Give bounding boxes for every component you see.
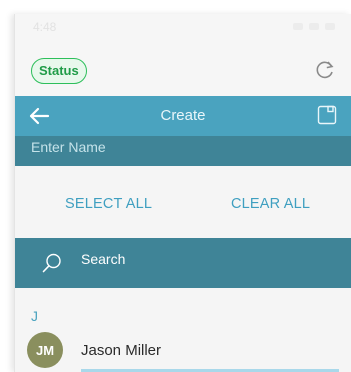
action-row: SELECT ALL CLEAR ALL: [15, 166, 351, 238]
nav-header: Create: [15, 96, 351, 136]
save-icon[interactable]: [317, 105, 337, 125]
clear-all-button[interactable]: CLEAR ALL: [231, 196, 310, 212]
refresh-icon[interactable]: [313, 58, 337, 82]
search-icon: [42, 253, 61, 273]
system-status-bar: 4:48: [15, 14, 351, 44]
status-time: 4:48: [33, 20, 57, 34]
name-input[interactable]: [31, 139, 331, 155]
search-bar: [15, 238, 351, 288]
page-title: Create: [160, 107, 206, 124]
app-frame: 4:48 Status Create SELECT ALL CLEAR ALL: [14, 14, 351, 372]
system-icons: [293, 23, 335, 30]
select-all-button[interactable]: SELECT ALL: [65, 196, 152, 212]
name-field-bar: [15, 136, 351, 166]
avatar: JM: [27, 332, 63, 368]
contact-list: J JM Jason Miller: [15, 288, 351, 372]
battery-icon: [325, 23, 335, 30]
section-header: J: [31, 308, 38, 324]
wifi-icon: [309, 23, 319, 30]
search-input[interactable]: [81, 251, 321, 267]
signal-icon: [293, 23, 303, 30]
list-item[interactable]: JM Jason Miller: [15, 330, 351, 372]
top-bar: Status: [15, 44, 351, 96]
status-button[interactable]: Status: [31, 58, 87, 84]
contact-name: Jason Miller: [81, 342, 162, 359]
